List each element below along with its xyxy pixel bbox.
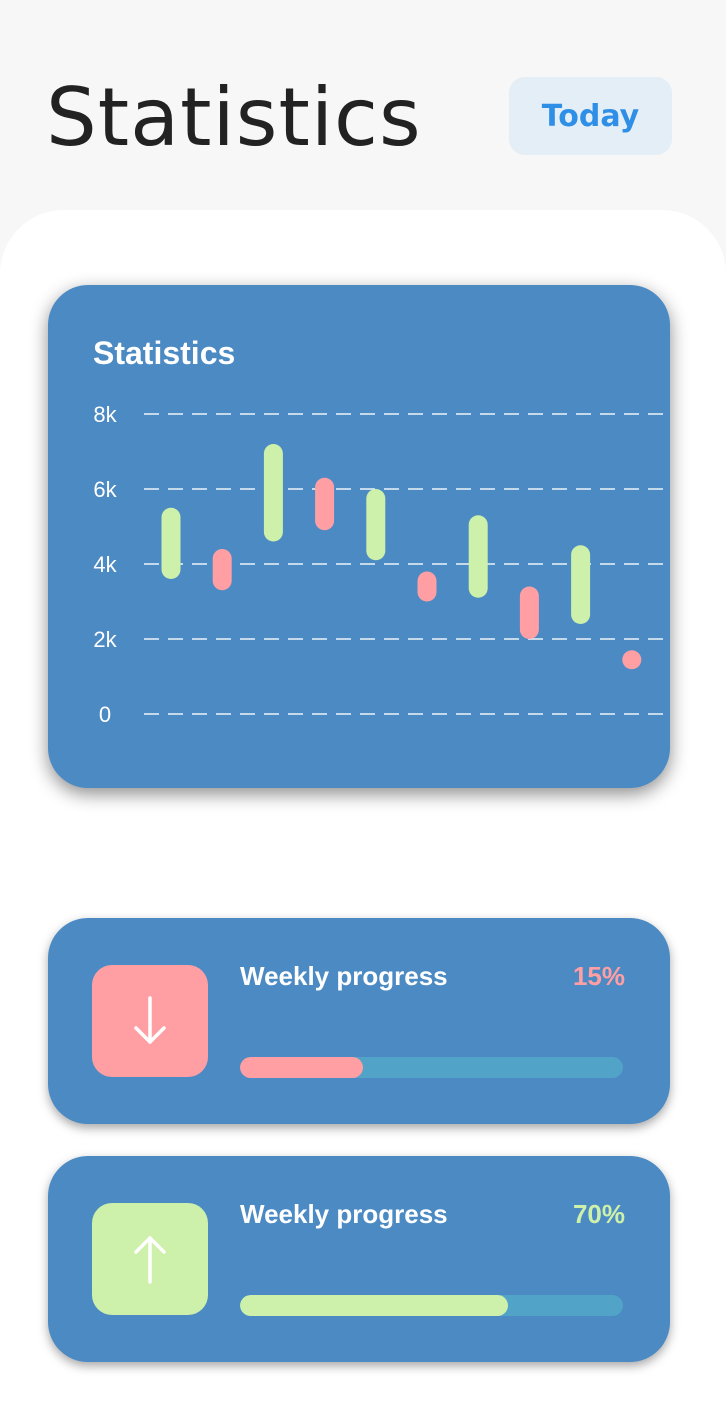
progress-label: Weekly progress — [240, 1199, 448, 1229]
candle-down[interactable] — [417, 571, 437, 602]
candlestick-chart: 8k 6k 4k 2k 0 — [93, 402, 670, 727]
trend-icon-box — [92, 1203, 208, 1315]
trend-icon-box — [92, 965, 208, 1077]
candle-down[interactable] — [622, 650, 642, 670]
candle-down[interactable] — [212, 549, 232, 591]
progress-percent: 70% — [572, 1199, 625, 1229]
y-tick-label: 0 — [99, 702, 111, 727]
candle-up[interactable] — [468, 515, 488, 598]
progress-percent: 15% — [572, 961, 625, 991]
y-tick-label: 4k — [93, 552, 117, 577]
statistics-chart-card: Statistics 8k 6k 4k 2k 0 — [48, 285, 670, 788]
candle-up[interactable] — [571, 545, 591, 624]
candle-up[interactable] — [263, 444, 283, 542]
y-tick-label: 8k — [93, 402, 117, 427]
page-title: Statistics — [46, 71, 422, 164]
arrow-down-icon — [134, 996, 166, 1044]
y-tick-label: 6k — [93, 477, 117, 502]
progress-track — [240, 1295, 623, 1316]
arrow-up-icon — [134, 1236, 166, 1284]
today-button[interactable]: Today — [509, 77, 672, 155]
candle-up[interactable] — [366, 489, 386, 561]
candle-up[interactable] — [161, 507, 181, 579]
progress-fill — [240, 1295, 509, 1316]
progress-fill — [240, 1057, 363, 1078]
progress-label: Weekly progress — [240, 961, 448, 991]
y-tick-label: 2k — [93, 627, 117, 652]
progress-track — [240, 1057, 623, 1078]
candle-down[interactable] — [315, 477, 335, 531]
weekly-progress-card-up[interactable]: Weekly progress 70% — [48, 1156, 670, 1362]
weekly-progress-card-down[interactable]: Weekly progress 15% — [48, 918, 670, 1124]
candle-down[interactable] — [519, 586, 539, 640]
